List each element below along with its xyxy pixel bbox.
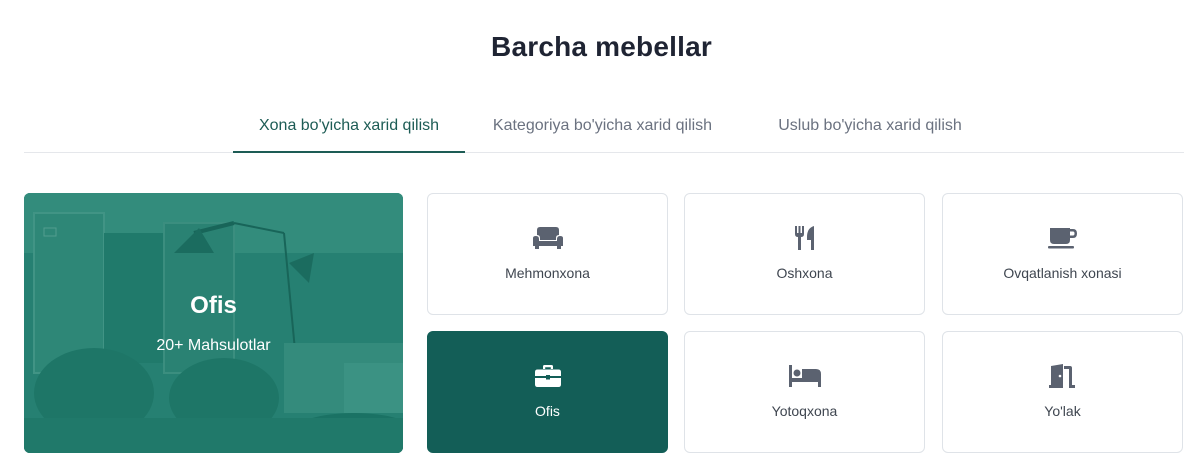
page-title: Barcha mebellar	[491, 31, 712, 62]
room-card-oshxona[interactable]: Oshxona	[684, 193, 925, 315]
room-card-mehmonxona[interactable]: Mehmonxona	[427, 193, 668, 315]
room-card-label: Oshxona	[776, 265, 833, 281]
couch-icon	[428, 224, 667, 252]
door-open-icon	[943, 362, 1182, 390]
room-card-label: Yotoqxona	[771, 403, 838, 419]
room-card-label: Ovqatlanish xonasi	[1003, 265, 1122, 281]
room-tabs: Xona bo'yicha xarid qilish Kategoriya bo…	[24, 102, 1184, 153]
featured-room-count: 20+ Mahsulotlar	[156, 337, 271, 354]
tab-shop-by-category[interactable]: Kategoriya bo'yicha xarid qilish	[465, 102, 740, 153]
utensils-icon	[685, 224, 924, 252]
tab-shop-by-room[interactable]: Xona bo'yicha xarid qilish	[233, 102, 465, 153]
room-card-label: Mehmonxona	[505, 265, 590, 281]
bed-icon	[685, 362, 924, 390]
briefcase-icon	[428, 362, 667, 390]
featured-overlay	[24, 193, 403, 453]
room-card-yolak[interactable]: Yo'lak	[942, 331, 1183, 453]
featured-room-card[interactable]: Ofis 20+ Mahsulotlar	[24, 193, 403, 453]
room-card-yotoqxona[interactable]: Yotoqxona	[684, 331, 925, 453]
room-card-label: Yo'lak	[1044, 403, 1081, 419]
featured-room-title: Ofis	[190, 292, 237, 319]
room-card-ovqatlanish-xonasi[interactable]: Ovqatlanish xonasi	[942, 193, 1183, 315]
mug-icon	[943, 224, 1182, 252]
tab-shop-by-style[interactable]: Uslub bo'yicha xarid qilish	[740, 102, 1000, 153]
room-card-label: Ofis	[535, 403, 560, 419]
room-card-ofis[interactable]: Ofis	[427, 331, 668, 453]
